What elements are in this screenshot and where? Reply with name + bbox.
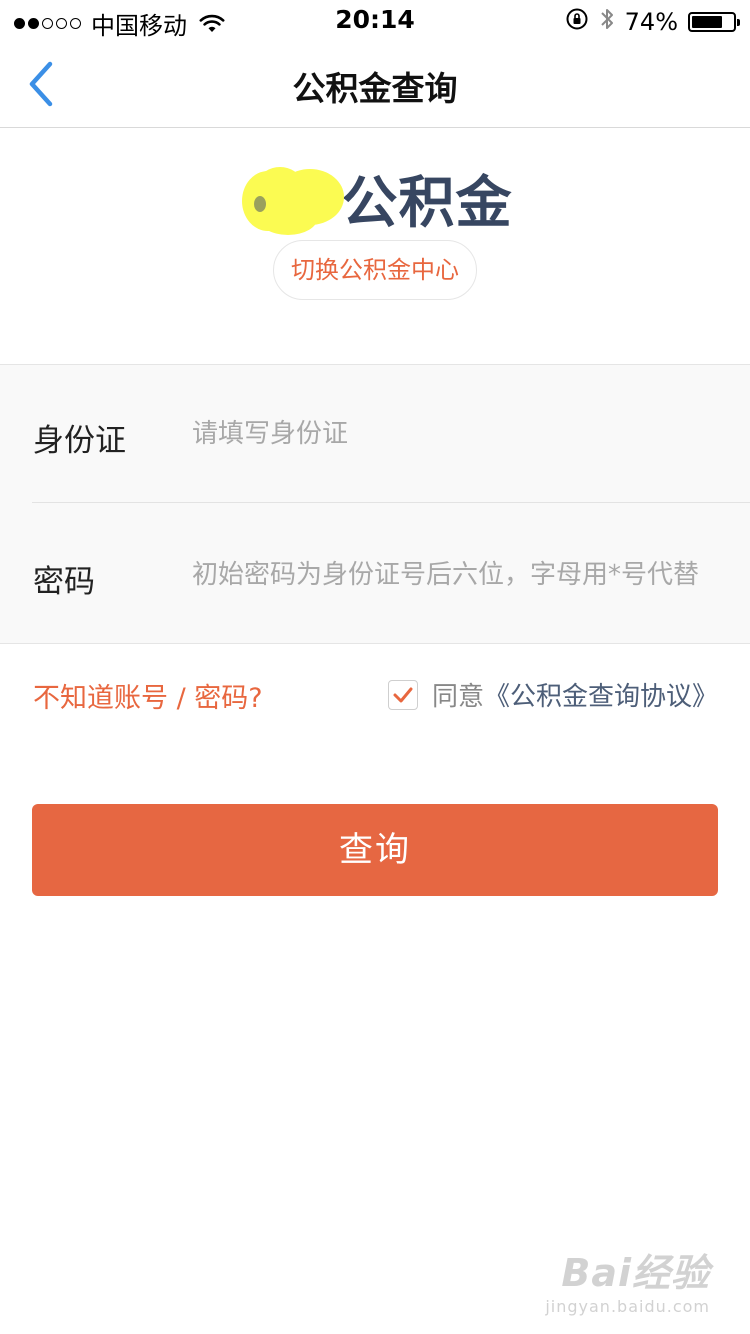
divider — [32, 502, 750, 503]
login-form: 身份证 密码 — [0, 364, 750, 644]
query-button[interactable]: 查询 — [32, 804, 718, 896]
status-right: 74% — [565, 6, 740, 38]
battery-percent: 74% — [624, 8, 678, 36]
id-row: 身份证 — [0, 365, 750, 503]
watermark-url: jingyan.baidu.com — [545, 1297, 710, 1316]
page-title: 公积金查询 — [292, 69, 458, 108]
brand-title-row: 公积金 — [0, 158, 750, 239]
brand-header: 公积金 切换公积金中心 — [0, 128, 750, 365]
bluetooth-icon — [599, 6, 615, 38]
agreement-row: 同意 《公积金查询协议》 — [388, 676, 718, 713]
id-input[interactable] — [192, 409, 740, 459]
brand-title: 公积金 — [341, 171, 513, 236]
watermark-logo: Bai经验 — [561, 1251, 710, 1295]
agreement-link[interactable]: 《公积金查询协议》 — [484, 676, 718, 713]
redaction-mark — [238, 159, 348, 239]
battery-icon — [688, 12, 740, 32]
watermark: Bai经验 jingyan.baidu.com — [545, 1242, 710, 1316]
navigation-bar: 公积金查询 — [0, 40, 750, 128]
agree-text: 同意 — [432, 682, 485, 712]
id-label: 身份证 — [33, 423, 126, 459]
forgot-account-password-link[interactable]: 不知道账号 / 密码? — [33, 676, 263, 715]
switch-center-button[interactable]: 切换公积金中心 — [273, 240, 477, 300]
agree-checkbox[interactable] — [388, 679, 418, 710]
password-input[interactable] — [192, 550, 740, 600]
password-row: 密码 — [0, 504, 750, 642]
status-bar: 中国移动 20:14 74% — [0, 0, 750, 40]
battery-fill — [692, 16, 722, 28]
password-label: 密码 — [33, 564, 95, 600]
orientation-lock-icon — [565, 7, 589, 37]
checkmark-icon — [393, 687, 413, 702]
